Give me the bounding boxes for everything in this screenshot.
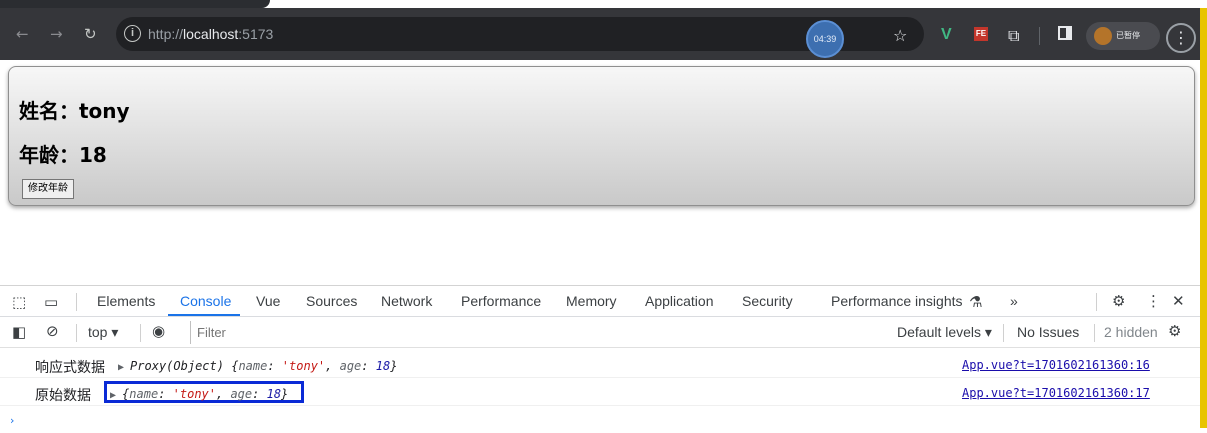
log-object[interactable]: ▶ Proxy(Object) {name: 'tony', age: 18}	[118, 359, 397, 373]
console-toolbar: ◧ ⊘ top ▾ ◉ Default levels ▾ No Issues 2…	[0, 317, 1200, 348]
page-content: 姓名：tony 年龄：18 修改年龄	[0, 60, 1200, 285]
tab-sources[interactable]: Sources	[306, 293, 357, 309]
url-text[interactable]: http://localhost:5173	[148, 26, 273, 42]
extensions-icon[interactable]: ⧉	[1008, 26, 1019, 46]
tab-elements[interactable]: Elements	[97, 293, 155, 309]
console-prompt-icon[interactable]: ›	[10, 414, 14, 427]
console-message: 原始数据 ▶ {name: 'tony', age: 18} App.vue?t…	[0, 380, 1200, 406]
active-tab-indicator	[168, 314, 240, 316]
console-settings-icon[interactable]: ⚙	[1168, 322, 1181, 340]
tab-performance[interactable]: Performance	[461, 293, 541, 309]
address-bar[interactable]: i http://localhost:5173	[116, 17, 924, 51]
profile-status: 已暂停	[1116, 31, 1140, 40]
inspect-element-icon[interactable]: ⬚	[12, 293, 26, 311]
age-heading: 年龄：18	[19, 143, 107, 167]
hidden-count: 2 hidden	[1104, 324, 1158, 340]
profile-chip[interactable]: 已暂停	[1086, 22, 1160, 50]
eye-icon[interactable]: ◉	[152, 322, 165, 340]
toolbar-divider	[76, 324, 77, 342]
clear-console-icon[interactable]: ⊘	[46, 322, 59, 340]
toolbar-divider	[140, 324, 141, 342]
devtools-panel: ⬚ ▭ Elements Console Vue Sources Network…	[0, 285, 1200, 433]
avatar	[1094, 27, 1112, 45]
change-age-button[interactable]: 修改年龄	[22, 179, 74, 199]
close-icon[interactable]: ✕	[1172, 292, 1185, 310]
fe-extension-icon[interactable]: FE	[974, 27, 988, 41]
kebab-menu-icon[interactable]: ⋮	[1166, 23, 1196, 53]
tab-memory[interactable]: Memory	[566, 293, 617, 309]
more-options-icon[interactable]: ⋮	[1146, 292, 1161, 310]
vue-devtools-icon[interactable]: V	[941, 26, 952, 44]
source-link[interactable]: App.vue?t=1701602161360:17	[962, 386, 1150, 400]
tab-security[interactable]: Security	[742, 293, 793, 309]
devtools-tab-bar: ⬚ ▭ Elements Console Vue Sources Network…	[0, 286, 1200, 317]
app-card: 姓名：tony 年龄：18 修改年龄	[8, 66, 1195, 206]
device-toolbar-icon[interactable]: ▭	[44, 293, 58, 311]
toolbar-divider	[1094, 324, 1095, 342]
side-panel-icon[interactable]	[1058, 26, 1072, 40]
forward-arrow-icon[interactable]: →	[50, 25, 63, 43]
browser-top-strip	[0, 0, 1207, 8]
expand-triangle-icon[interactable]: ▶	[110, 390, 122, 401]
filter-box	[190, 321, 885, 344]
tab-performance-insights[interactable]: Performance insights	[831, 293, 963, 309]
flask-icon: ⚗	[969, 293, 983, 311]
tab-divider	[1096, 293, 1097, 311]
issues-button[interactable]: No Issues	[1017, 324, 1079, 340]
log-object[interactable]: ▶ {name: 'tony', age: 18}	[110, 387, 288, 401]
tab-application[interactable]: Application	[645, 293, 714, 309]
reload-icon[interactable]: ↻	[84, 25, 97, 43]
browser-toolbar: ← → ↻ i http://localhost:5173 04:39 ☆ V …	[0, 8, 1200, 60]
tab-strip-edge	[0, 0, 270, 8]
window-edge	[1200, 8, 1207, 428]
source-link[interactable]: App.vue?t=1701602161360:16	[962, 358, 1150, 372]
toolbar-divider	[1003, 324, 1004, 342]
toolbar-divider	[1039, 27, 1040, 45]
more-tabs-button[interactable]: »	[1010, 293, 1018, 309]
context-selector[interactable]: top ▾	[88, 324, 118, 341]
info-icon[interactable]: i	[124, 25, 141, 42]
tab-vue[interactable]: Vue	[256, 293, 280, 309]
tab-console[interactable]: Console	[180, 293, 231, 309]
expand-triangle-icon[interactable]: ▶	[118, 362, 130, 373]
tab-divider	[76, 293, 77, 311]
tab-network[interactable]: Network	[381, 293, 432, 309]
timer-badge[interactable]: 04:39	[806, 20, 844, 58]
star-icon[interactable]: ☆	[893, 26, 907, 45]
settings-gear-icon[interactable]: ⚙	[1112, 292, 1125, 310]
back-arrow-icon[interactable]: ←	[16, 25, 29, 43]
filter-input[interactable]	[197, 323, 877, 342]
console-message: 响应式数据 ▶ Proxy(Object) {name: 'tony', age…	[0, 352, 1200, 378]
default-levels-dropdown[interactable]: Default levels ▾	[897, 324, 992, 341]
sidebar-toggle-icon[interactable]: ◧	[12, 323, 26, 341]
name-heading: 姓名：tony	[19, 99, 130, 123]
log-label: 原始数据	[35, 388, 91, 404]
log-label: 响应式数据	[35, 360, 105, 376]
